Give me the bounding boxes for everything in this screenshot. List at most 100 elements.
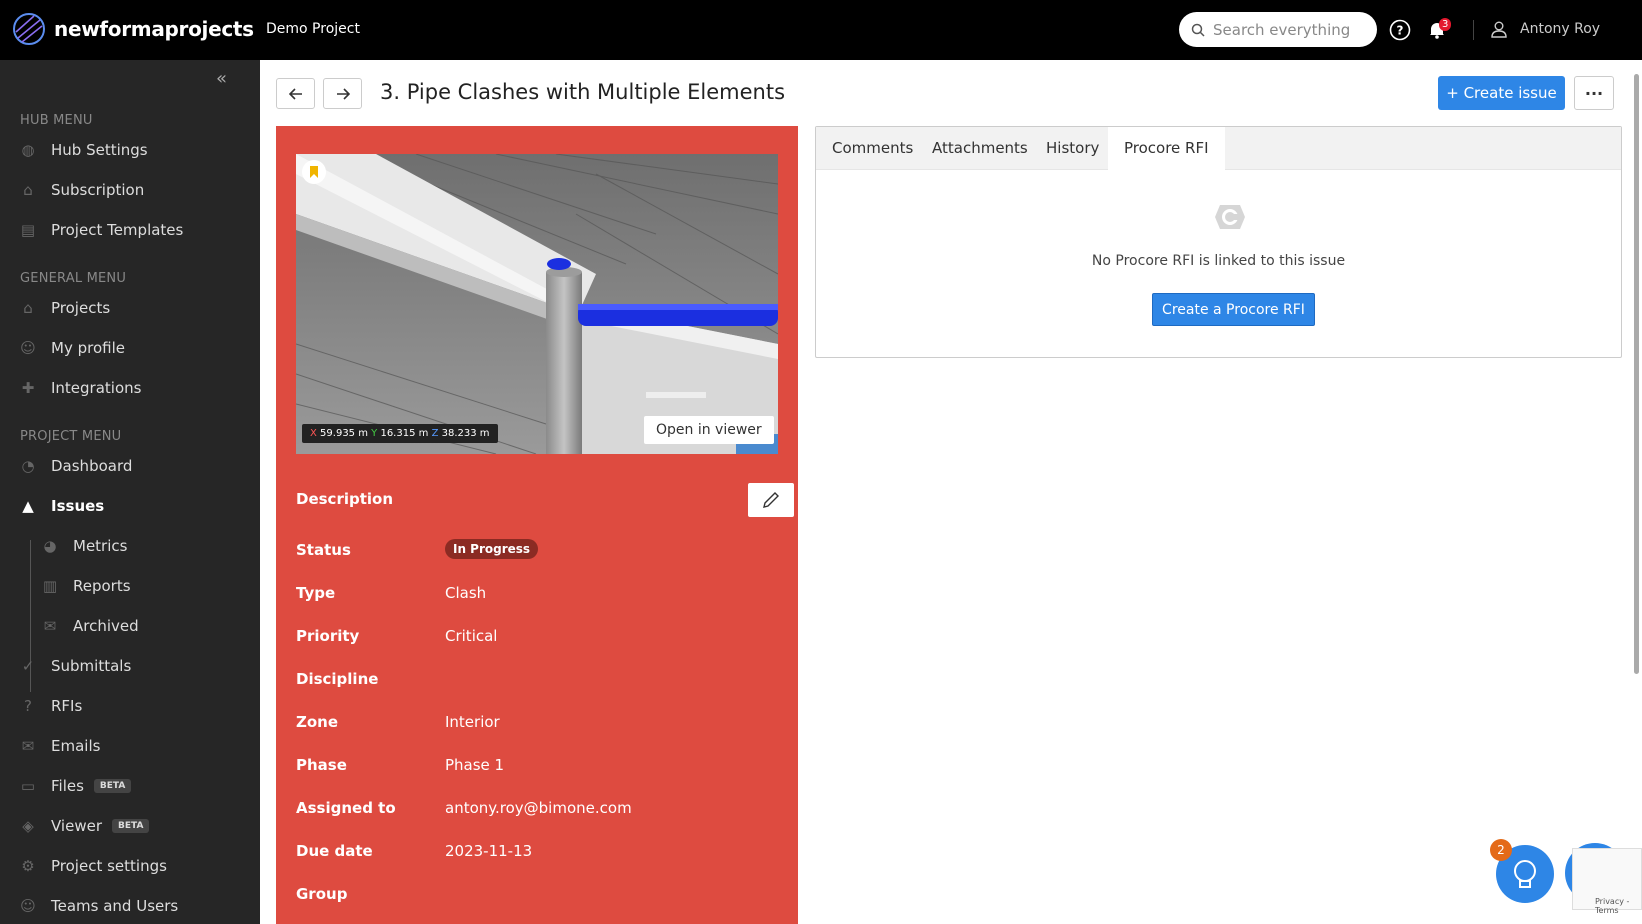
open-in-viewer-button[interactable]: Open in viewer: [644, 416, 774, 444]
tab-bar: Comments Attachments History Procore RFI: [816, 127, 1621, 170]
recaptcha-terms[interactable]: Privacy - Terms: [1595, 897, 1641, 915]
tab-attachments[interactable]: Attachments: [916, 127, 1044, 170]
bim-3d-scene: [296, 154, 778, 454]
priority-label: Priority: [296, 627, 360, 645]
sidebar-item-teams-and-users[interactable]: ☺ Teams and Users: [20, 897, 178, 915]
tab-comments[interactable]: Comments: [816, 127, 929, 170]
sidebar-item-subscription[interactable]: ⌂ Subscription: [20, 181, 144, 199]
sidebar-item-label: Metrics: [73, 537, 128, 555]
due-date-value[interactable]: 2023-11-13: [445, 842, 532, 860]
empty-state-message: No Procore RFI is linked to this issue: [1091, 253, 1346, 269]
top-bar: newformaprojects Demo Project Search eve…: [0, 0, 1642, 60]
sidebar-item-label: Dashboard: [51, 457, 133, 475]
sidebar-item-reports[interactable]: ▥ Reports: [42, 577, 131, 595]
user-icon: [1491, 21, 1507, 38]
type-value[interactable]: Clash: [445, 584, 486, 602]
help-count-badge: 2: [1490, 839, 1512, 861]
user-name: Antony Roy: [1520, 21, 1601, 37]
scrollbar-thumb[interactable]: [1634, 74, 1639, 674]
collapse-sidebar-icon[interactable]: «: [216, 68, 227, 89]
tab-history[interactable]: History: [1030, 127, 1115, 170]
y-coordinate: 16.315 m: [380, 428, 429, 439]
archive-icon: ✉: [43, 617, 57, 635]
arrow-left-icon: [288, 87, 302, 100]
sidebar-item-issues[interactable]: ▲ Issues: [20, 497, 104, 515]
next-issue-button[interactable]: [323, 78, 362, 109]
svg-text:?: ?: [1397, 24, 1404, 38]
sidebar-item-integrations[interactable]: ✚ Integrations: [20, 379, 142, 397]
coordinates-readout: X 59.935 m Y 16.315 m Z 38.233 m: [302, 424, 498, 443]
sidebar-item-metrics[interactable]: ◕ Metrics: [42, 537, 127, 555]
pie-chart-icon: ◕: [43, 537, 57, 555]
report-icon: ▥: [42, 577, 58, 595]
assigned-to-label: Assigned to: [296, 799, 396, 817]
help-icon[interactable]: ?: [1389, 19, 1411, 41]
sidebar-item-label: Submittals: [51, 657, 132, 675]
search-input[interactable]: Search everything: [1179, 12, 1377, 47]
clash-viewpoint-image[interactable]: X 59.935 m Y 16.315 m Z 38.233 m Open in…: [296, 154, 778, 454]
sidebar-item-emails[interactable]: ✉ Emails: [20, 737, 101, 755]
beta-badge: BETA: [112, 819, 150, 833]
sidebar-item-viewer[interactable]: ◈ Viewer BETA: [20, 817, 150, 835]
sidebar-item-label: Viewer: [51, 817, 102, 835]
users-icon: ☺: [20, 897, 36, 915]
project-name[interactable]: Demo Project: [266, 21, 360, 37]
folder-icon: ▭: [20, 777, 36, 795]
priority-value[interactable]: Critical: [445, 627, 497, 645]
issue-details-card: X 59.935 m Y 16.315 m Z 38.233 m Open in…: [276, 126, 798, 924]
sidebar: « HUB MENU ◍ Hub Settings ⌂ Subscription ▤…: [0, 60, 260, 924]
zone-value[interactable]: Interior: [445, 713, 500, 731]
status-badge[interactable]: In Progress: [445, 539, 539, 559]
phase-value[interactable]: Phase 1: [445, 756, 504, 774]
sidebar-item-files[interactable]: ▭ Files BETA: [20, 777, 132, 795]
phase-label: Phase: [296, 756, 347, 774]
user-menu[interactable]: Antony Roy: [1490, 20, 1600, 38]
gear-icon: ⚙: [21, 857, 35, 875]
sidebar-item-projects[interactable]: ⌂ Projects: [20, 299, 110, 317]
zone-label: Zone: [296, 713, 339, 731]
create-issue-button[interactable]: + Create issue: [1438, 76, 1565, 110]
general-menu-heading: GENERAL MENU: [20, 271, 127, 286]
sidebar-item-label: My profile: [51, 339, 125, 357]
z-label: Z: [431, 428, 439, 439]
sidebar-item-my-profile[interactable]: ☺ My profile: [20, 339, 125, 357]
scrollbar[interactable]: [1632, 60, 1642, 924]
previous-issue-button[interactable]: [276, 78, 315, 109]
sidebar-item-submittals[interactable]: ✓ Submittals: [20, 657, 132, 675]
sidebar-item-label: Projects: [51, 299, 111, 317]
newforma-logo-icon: [13, 13, 45, 45]
user-icon: ☺: [20, 339, 36, 357]
brand-logo[interactable]: newformaprojects: [12, 12, 254, 46]
notification-badge: 3: [1439, 18, 1452, 31]
beta-badge: BETA: [93, 779, 132, 793]
sidebar-item-rfis[interactable]: ? RFIs: [20, 697, 82, 715]
sidebar-item-label: Project settings: [51, 857, 167, 875]
edit-description-button[interactable]: [748, 483, 794, 517]
create-procore-rfi-button[interactable]: Create a Procore RFI: [1152, 293, 1315, 326]
sidebar-item-dashboard[interactable]: ◔ Dashboard: [20, 457, 132, 475]
search-icon: [1191, 23, 1205, 37]
globe-icon: ◍: [21, 141, 35, 159]
more-options-button[interactable]: ···: [1574, 76, 1614, 110]
help-center-button[interactable]: 2: [1490, 839, 1554, 903]
tab-procore-rfi[interactable]: Procore RFI: [1108, 127, 1225, 170]
sidebar-item-archived[interactable]: ✉ Archived: [42, 617, 139, 635]
sidebar-item-project-templates[interactable]: ▤ Project Templates: [20, 221, 183, 239]
sidebar-item-project-settings[interactable]: ⚙ Project settings: [20, 857, 167, 875]
project-menu-heading: PROJECT MENU: [20, 429, 122, 444]
sidebar-item-label: Emails: [51, 737, 101, 755]
assigned-to-value[interactable]: antony.roy@bimone.com: [445, 799, 632, 817]
bookmark-icon[interactable]: [302, 160, 326, 184]
sidebar-item-label: RFIs: [51, 697, 83, 715]
sidebar-item-label: Reports: [73, 577, 131, 595]
main-content: 3. Pipe Clashes with Multiple Elements +…: [260, 60, 1642, 924]
sidebar-item-label: Integrations: [51, 379, 142, 397]
question-icon: ?: [24, 697, 32, 715]
ellipsis-icon: ···: [1584, 83, 1604, 103]
document-icon: ▤: [20, 221, 36, 239]
sidebar-item-label: Archived: [73, 617, 139, 635]
status-label: Status: [296, 541, 351, 559]
x-coordinate: 59.935 m: [320, 428, 368, 439]
sidebar-item-hub-settings[interactable]: ◍ Hub Settings: [20, 141, 147, 159]
warning-icon: ▲: [22, 497, 34, 515]
